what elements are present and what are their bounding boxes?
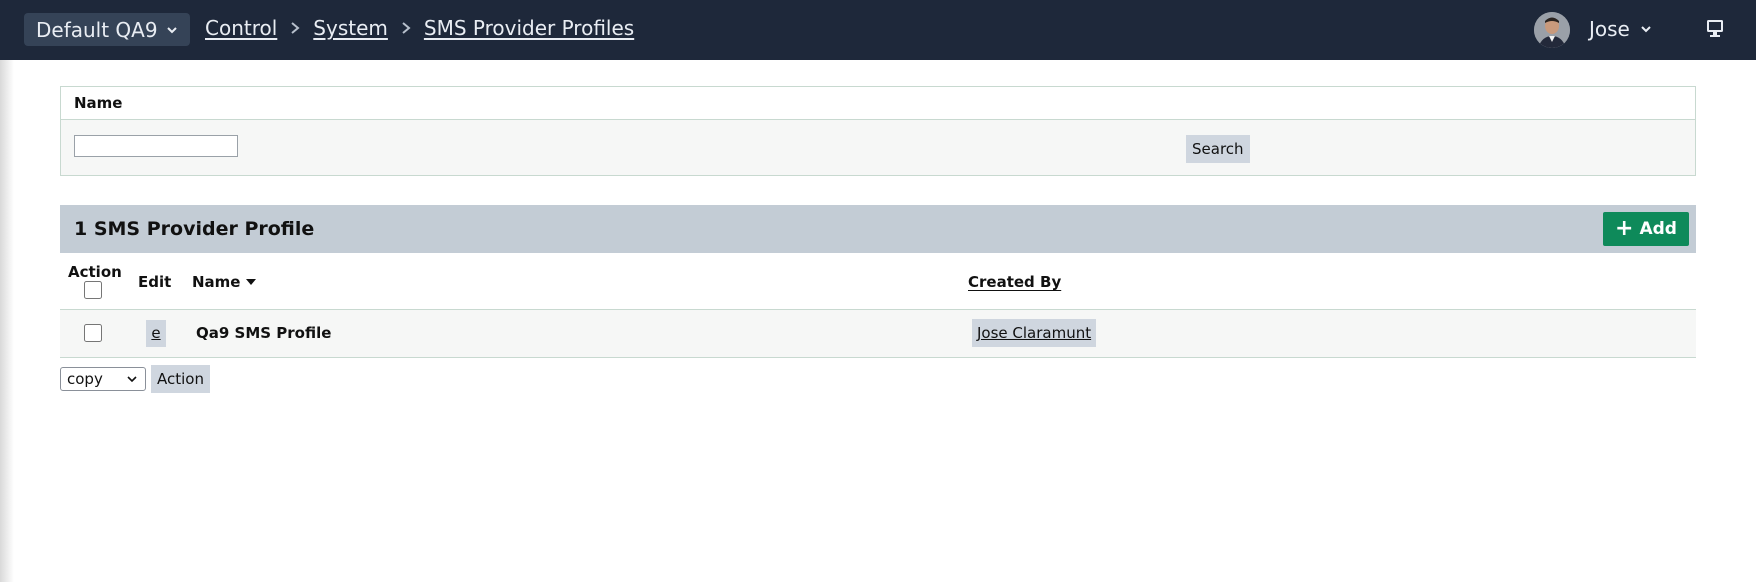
search-filter-panel: Name Search (60, 86, 1696, 176)
row-select-checkbox[interactable] (84, 324, 102, 342)
plus-icon: + (1615, 216, 1634, 241)
user-menu[interactable]: Jose (1589, 17, 1652, 41)
tenant-selector[interactable]: Default QA9 (24, 13, 190, 46)
search-button[interactable]: Search (1186, 135, 1250, 163)
sort-desc-icon (246, 279, 257, 285)
page-edge-shadow (0, 60, 14, 582)
bulk-action-selected-option: copy (67, 370, 103, 388)
user-avatar-icon (1534, 12, 1570, 48)
bulk-action-select[interactable]: copy (60, 367, 146, 391)
avatar[interactable] (1534, 12, 1570, 48)
chevron-right-icon (291, 22, 300, 34)
chevron-down-icon (166, 26, 177, 33)
bulk-action-button[interactable]: Action (151, 365, 210, 393)
user-name: Jose (1589, 17, 1630, 41)
created-by-link[interactable]: Jose Claramunt (972, 319, 1097, 347)
name-filter-label: Name (61, 87, 1695, 120)
profile-name: Qa9 SMS Profile (196, 324, 332, 342)
breadcrumb-system[interactable]: System (313, 16, 388, 40)
column-header-name-label: Name (192, 273, 241, 291)
column-header-edit: Edit (138, 273, 172, 291)
tenant-label: Default QA9 (36, 17, 158, 42)
select-all-checkbox[interactable] (84, 281, 102, 299)
results-count-title: 1 SMS Provider Profile (74, 218, 315, 240)
monitor-icon[interactable] (1705, 18, 1725, 38)
name-search-input[interactable] (74, 135, 238, 157)
column-header-created-by[interactable]: Created By (968, 273, 1061, 291)
results-header: 1 SMS Provider Profile + Add (60, 205, 1696, 253)
table-header: Action Edit Name Created By (60, 253, 1696, 310)
chevron-right-icon (402, 22, 411, 34)
add-button[interactable]: + Add (1603, 212, 1689, 246)
table-row: e Qa9 SMS Profile Jose Claramunt (60, 310, 1696, 358)
breadcrumb-sms-provider-profiles[interactable]: SMS Provider Profiles (424, 16, 634, 40)
column-header-name[interactable]: Name (192, 273, 257, 291)
add-button-label: Add (1639, 219, 1677, 239)
top-navigation-bar: Default QA9 Control System SMS Provider … (0, 0, 1756, 60)
column-header-action: Action (68, 263, 122, 281)
breadcrumb-control[interactable]: Control (205, 16, 277, 40)
breadcrumb: Control System SMS Provider Profiles (205, 16, 634, 40)
chevron-down-icon (1641, 26, 1651, 33)
edit-link[interactable]: e (146, 320, 166, 347)
chevron-down-icon (127, 376, 137, 383)
